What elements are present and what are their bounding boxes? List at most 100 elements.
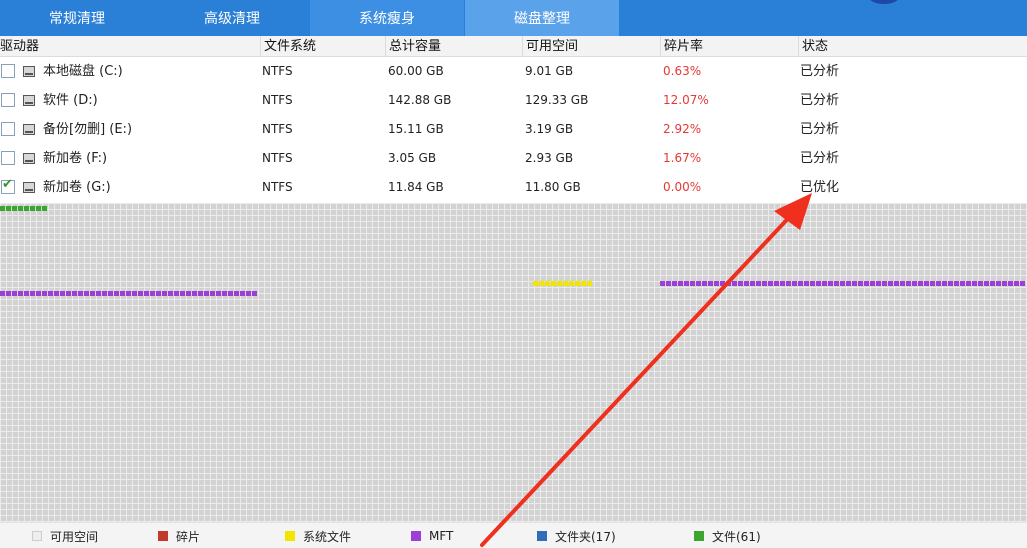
- drive-checkbox[interactable]: [1, 122, 15, 136]
- cluster-block: [876, 281, 881, 286]
- drive-filesystem: NTFS: [262, 122, 293, 136]
- legend-label: MFT: [429, 529, 454, 543]
- cluster-block: [186, 291, 191, 296]
- cluster-block: [858, 281, 863, 286]
- cluster-block: [786, 281, 791, 286]
- drive-filesystem: NTFS: [262, 64, 293, 78]
- legend-item: MFT: [411, 523, 453, 548]
- hard-drive-icon: [23, 153, 35, 164]
- cluster-block: [120, 291, 125, 296]
- cluster-block: [762, 281, 767, 286]
- header-fragmentation[interactable]: 碎片率: [660, 36, 703, 57]
- drive-fragmentation: 2.92%: [663, 122, 702, 136]
- cluster-block: [684, 281, 689, 286]
- tab-advanced-clean[interactable]: 高级清理: [155, 0, 309, 36]
- file-clusters: [0, 206, 47, 211]
- cluster-block: [174, 291, 179, 296]
- cluster-block: [557, 281, 562, 286]
- cluster-block: [581, 281, 586, 286]
- drive-status: 已分析: [800, 151, 840, 166]
- cluster-block: [912, 281, 917, 286]
- cluster-block: [66, 291, 71, 296]
- free-space-swatch: [32, 531, 42, 541]
- cluster-block: [990, 281, 995, 286]
- cluster-block: [738, 281, 743, 286]
- cluster-block: [204, 291, 209, 296]
- table-row[interactable]: 新加卷 (G:) NTFS 11.84 GB 11.80 GB 0.00% 已优…: [0, 173, 1027, 202]
- legend-label: 文件夹(17): [555, 529, 616, 544]
- hard-drive-icon: [23, 124, 35, 135]
- drive-name: 备份[勿删] (E:): [43, 122, 133, 137]
- table-row[interactable]: 备份[勿删] (E:) NTFS 15.11 GB 3.19 GB 2.92% …: [0, 115, 1027, 144]
- drive-checkbox[interactable]: [1, 177, 15, 194]
- drive-status: 已优化: [800, 180, 840, 195]
- cluster-block: [948, 281, 953, 286]
- cluster-block: [150, 291, 155, 296]
- fragment-swatch: [158, 531, 168, 541]
- header-total-capacity[interactable]: 总计容量: [385, 36, 441, 57]
- drive-name: 新加卷 (G:): [43, 180, 111, 195]
- drive-fragmentation: 1.67%: [663, 151, 702, 165]
- cluster-block: [978, 281, 983, 286]
- cluster-block: [30, 291, 35, 296]
- hard-drive-icon: [23, 66, 35, 77]
- drive-checkbox[interactable]: [1, 64, 15, 78]
- cluster-block: [36, 291, 41, 296]
- legend-label: 文件(61): [712, 529, 761, 544]
- cluster-block: [60, 291, 65, 296]
- drive-fragmentation: 0.00%: [663, 180, 702, 194]
- cluster-block: [864, 281, 869, 286]
- table-row[interactable]: 新加卷 (F:) NTFS 3.05 GB 2.93 GB 1.67% 已分析: [0, 144, 1027, 173]
- cluster-block: [906, 281, 911, 286]
- cluster-legend: 可用空间 碎片 系统文件 MFT 文件夹(17) 文件(61): [0, 522, 1027, 548]
- table-row[interactable]: 本地磁盘 (C:) NTFS 60.00 GB 9.01 GB 0.63% 已分…: [0, 57, 1027, 86]
- file-swatch: [694, 531, 704, 541]
- cluster-block: [792, 281, 797, 286]
- cluster-block: [0, 291, 5, 296]
- cluster-block: [726, 281, 731, 286]
- cluster-block: [156, 291, 161, 296]
- drive-checkbox[interactable]: [1, 151, 15, 165]
- cluster-block: [888, 281, 893, 286]
- drive-status: 已分析: [800, 122, 840, 137]
- header-free-space[interactable]: 可用空间: [522, 36, 578, 57]
- tab-system-slim[interactable]: 系统瘦身: [310, 0, 464, 36]
- drive-fragmentation: 12.07%: [663, 93, 709, 107]
- cluster-block: [192, 291, 197, 296]
- cluster-block: [882, 281, 887, 286]
- cluster-block: [756, 281, 761, 286]
- cluster-block: [12, 291, 17, 296]
- drive-checkbox[interactable]: [1, 93, 15, 107]
- folder-swatch: [537, 531, 547, 541]
- drive-name: 新加卷 (F:): [43, 151, 108, 166]
- cluster-block: [768, 281, 773, 286]
- cluster-block: [750, 281, 755, 286]
- cluster-block: [132, 291, 137, 296]
- cluster-block: [563, 281, 568, 286]
- legend-item: 文件夹(17): [537, 523, 616, 548]
- mft-clusters: [660, 281, 1025, 286]
- cluster-block: [24, 291, 29, 296]
- cluster-block: [744, 281, 749, 286]
- cluster-block: [168, 291, 173, 296]
- hard-drive-icon: [23, 95, 35, 106]
- cluster-block: [42, 291, 47, 296]
- header-filesystem[interactable]: 文件系统: [260, 36, 316, 57]
- cluster-block: [708, 281, 713, 286]
- tab-regular-clean[interactable]: 常规清理: [0, 0, 154, 36]
- header-status[interactable]: 状态: [798, 36, 828, 57]
- cluster-block: [696, 281, 701, 286]
- drive-total-capacity: 142.88 GB: [388, 93, 452, 107]
- table-row[interactable]: 软件 (D:) NTFS 142.88 GB 129.33 GB 12.07% …: [0, 86, 1027, 115]
- mft-clusters: [0, 291, 257, 296]
- cluster-block: [1020, 281, 1025, 286]
- cluster-block: [551, 281, 556, 286]
- tab-disk-defrag[interactable]: 磁盘整理: [465, 0, 619, 36]
- cluster-block: [780, 281, 785, 286]
- cluster-block: [690, 281, 695, 286]
- cluster-block: [126, 291, 131, 296]
- drive-free-space: 11.80 GB: [525, 180, 581, 194]
- cluster-block: [972, 281, 977, 286]
- header-drive[interactable]: 驱动器: [0, 36, 39, 57]
- drive-free-space: 129.33 GB: [525, 93, 589, 107]
